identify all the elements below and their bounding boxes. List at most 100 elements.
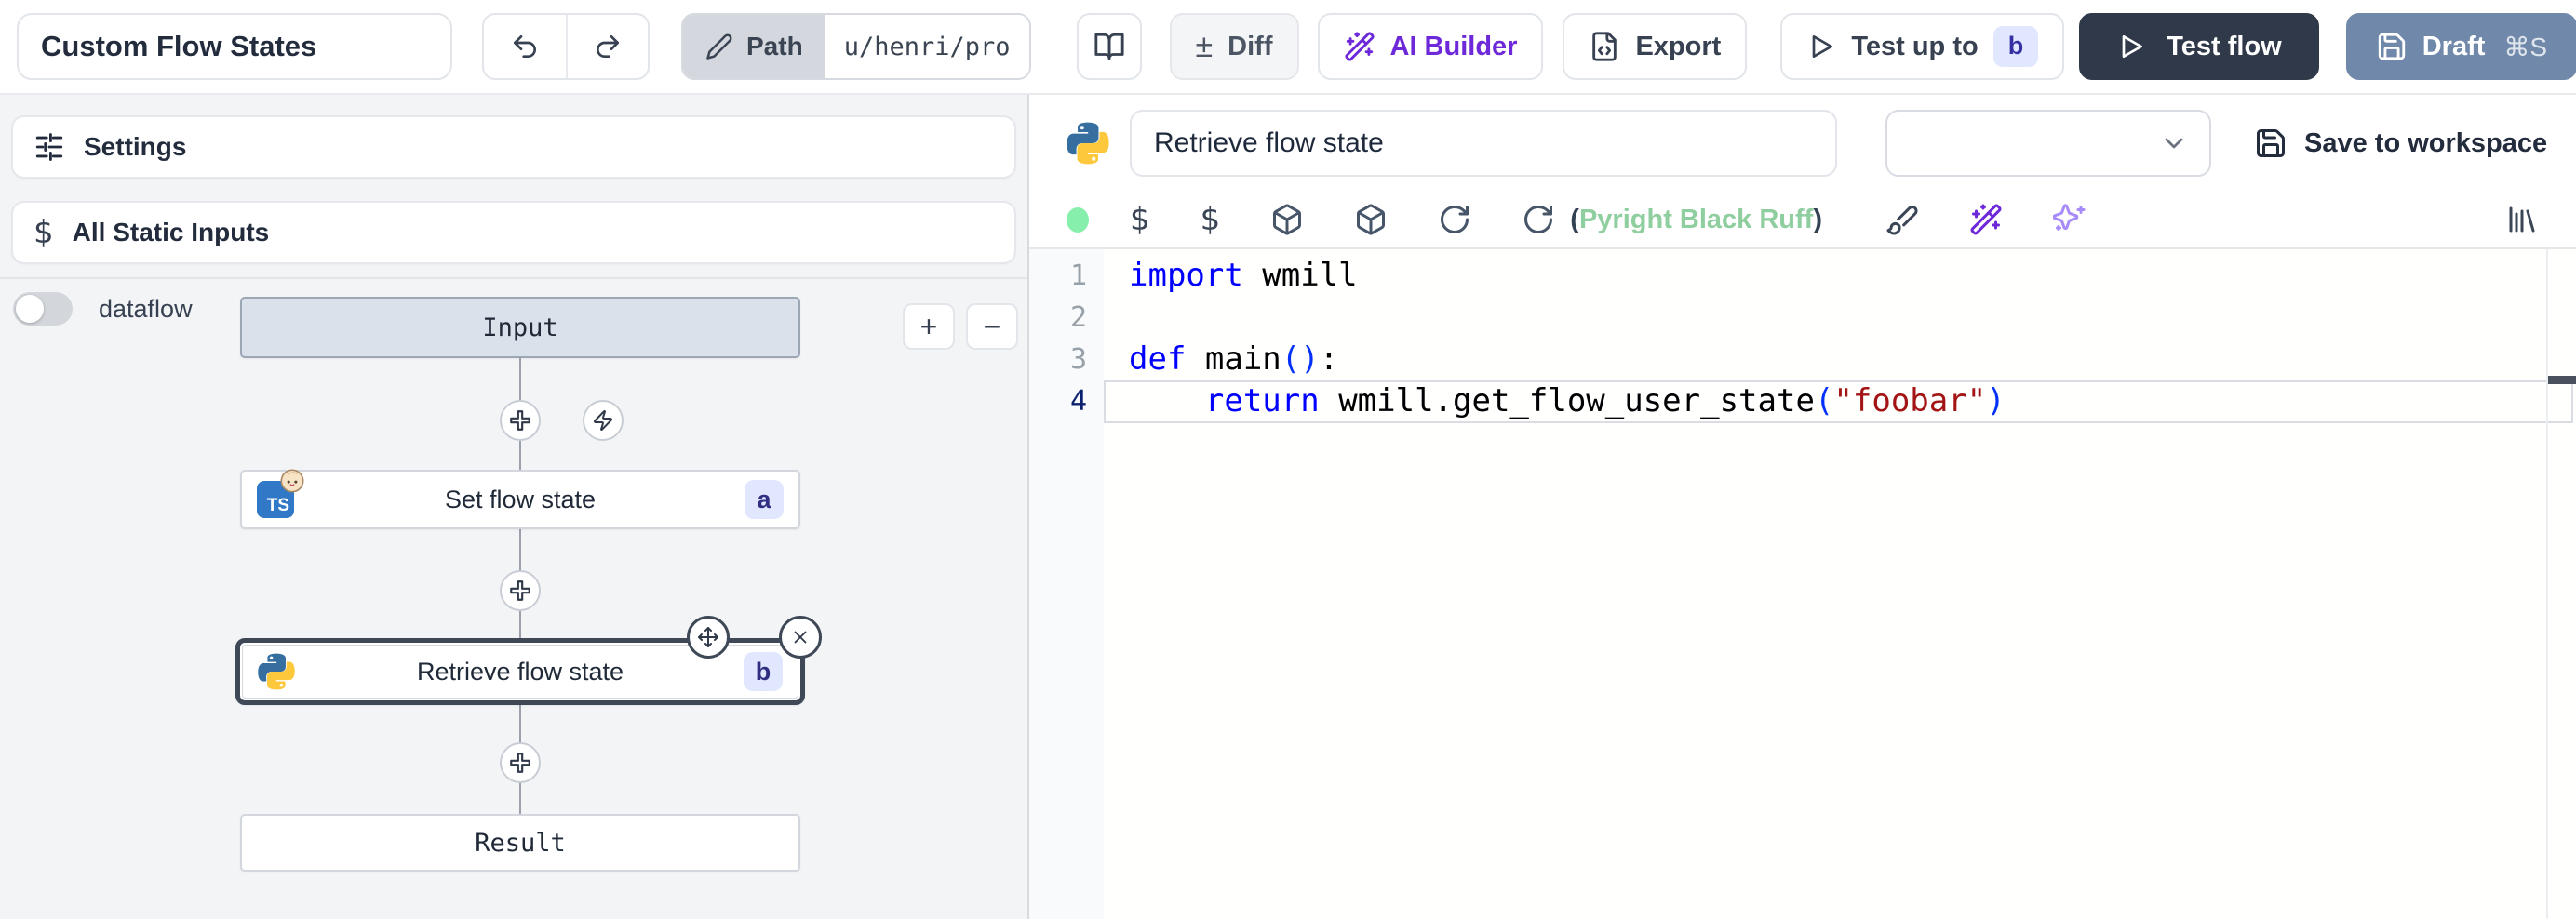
zoom-out-button[interactable]: − [966, 303, 1018, 350]
play-icon [1806, 32, 1836, 61]
lsp-status-dot [1067, 207, 1089, 233]
test-up-to-label: Test up to [1851, 32, 1978, 62]
plus-minus-icon: ± [1196, 31, 1214, 62]
code-line[interactable]: import wmill [1129, 255, 2544, 297]
settings-row[interactable]: Settings [11, 115, 1016, 179]
insert-step-button-1[interactable] [500, 400, 541, 441]
test-flow-label: Test flow [2167, 32, 2282, 62]
magic-wand-icon [1344, 31, 1375, 62]
python-icon [258, 653, 295, 690]
dataflow-toggle-wrap: dataflow [13, 292, 193, 326]
ai-builder-button[interactable]: AI Builder [1318, 13, 1544, 80]
bun-icon [279, 468, 305, 494]
test-flow-button[interactable]: Test flow [2079, 13, 2319, 80]
code-line[interactable] [1129, 297, 2544, 339]
plus-cross-icon [508, 408, 532, 433]
play-icon [2116, 32, 2146, 61]
ts-glyph: TS [267, 497, 289, 514]
assistants-paren-close: ) [1813, 205, 1822, 234]
worker-group-select[interactable] [1885, 110, 2211, 177]
pencil-icon [705, 33, 733, 60]
dataflow-toggle[interactable] [13, 292, 73, 326]
undo-icon [510, 32, 540, 61]
undo-redo-group [482, 13, 650, 80]
plus-cross-icon [508, 751, 532, 775]
book-open-icon [1093, 31, 1125, 62]
zoom-in-button[interactable]: + [903, 303, 955, 350]
insert-step-button-2[interactable] [500, 570, 541, 611]
step-a-label: Set flow state [242, 486, 798, 514]
redo-button[interactable] [566, 15, 648, 78]
library-icon[interactable] [2505, 203, 2539, 236]
language-assistants-label[interactable]: (Pyright Black Ruff) [1570, 205, 1822, 235]
plus-cross-icon [508, 579, 532, 603]
path-button[interactable]: Path u/henri/pro [681, 13, 1031, 80]
ai-sparkles-icon[interactable] [2053, 203, 2086, 236]
top-toolbar: Path u/henri/pro ± Diff AI Builder Expor… [0, 0, 2576, 95]
flow-result-node[interactable]: Result [240, 814, 800, 872]
save-icon [2376, 31, 2408, 62]
resource-picker-icon[interactable]: $ [1201, 204, 1221, 235]
zap-icon [592, 409, 614, 432]
export-button[interactable]: Export [1563, 13, 1747, 80]
diff-label: Diff [1228, 32, 1272, 62]
test-up-to-step-badge: b [1993, 26, 2039, 66]
step-node-a[interactable]: TS Set flow state a [240, 470, 800, 529]
test-up-to-button[interactable]: Test up to b [1780, 13, 2064, 80]
flow-sidebar: Settings $ All Static Inputs dataflow + … [0, 95, 1029, 919]
toggle-knob [16, 295, 44, 323]
package-icon[interactable] [1270, 203, 1304, 236]
flow-settings-section: Settings $ All Static Inputs [0, 95, 1027, 279]
move-icon [697, 626, 719, 648]
code-line[interactable]: return wmill.get_flow_user_state("foobar… [1129, 380, 2544, 422]
overview-ruler-cursor-mark [2548, 376, 2576, 384]
step-b-label: Retrieve flow state [243, 658, 798, 686]
redo-icon [593, 32, 623, 61]
draft-shortcut: ⌘S [2503, 32, 2547, 62]
docs-button[interactable] [1077, 13, 1142, 80]
save-to-workspace-button[interactable]: Save to workspace [2254, 127, 2547, 160]
ai-wand-icon[interactable] [1969, 203, 2003, 236]
chevron-down-icon [2159, 128, 2189, 158]
line-number: 4 [1029, 380, 1104, 422]
typescript-bun-icon: TS [257, 481, 294, 518]
export-label: Export [1635, 32, 1721, 62]
move-step-button[interactable] [687, 616, 730, 659]
variable-picker-icon[interactable]: $ [1130, 204, 1150, 235]
python-icon [1067, 122, 1109, 165]
flow-input-node[interactable]: Input [240, 297, 800, 358]
code-line[interactable]: def main(): [1129, 339, 2544, 380]
overview-ruler [2546, 249, 2548, 919]
undo-button[interactable] [484, 15, 566, 78]
delete-step-button[interactable] [779, 616, 822, 659]
input-node-label: Input [482, 313, 557, 342]
path-value: u/henri/pro [825, 15, 1029, 78]
ai-builder-label: AI Builder [1390, 32, 1518, 62]
step-inspector: Save to workspace $ $ (Pyright Black Ruf… [1029, 95, 2576, 919]
assistants-names: Pyright Black Ruff [1579, 205, 1813, 234]
package-icon-2[interactable] [1354, 203, 1388, 236]
insert-step-button-3[interactable] [500, 742, 541, 783]
line-number: 3 [1029, 339, 1104, 380]
format-brush-icon[interactable] [1885, 203, 1919, 236]
result-node-label: Result [475, 829, 566, 858]
add-trigger-button[interactable] [583, 400, 624, 441]
all-static-inputs-label: All Static Inputs [73, 218, 270, 247]
code-editor[interactable]: 1234 import wmill def main(): return wmil… [1029, 249, 2576, 919]
path-label-segment: Path [683, 15, 825, 78]
path-label: Path [746, 32, 803, 61]
reload-icon-2[interactable] [1522, 203, 1555, 236]
save-draft-button[interactable]: Draft ⌘S [2346, 13, 2576, 80]
editor-gutter: 1234 [1029, 249, 1104, 919]
reload-icon[interactable] [1438, 203, 1471, 236]
all-static-inputs-row[interactable]: $ All Static Inputs [11, 201, 1016, 264]
diff-button[interactable]: ± Diff [1170, 13, 1299, 80]
graph-zoom-controls: + − [903, 303, 1018, 350]
flow-graph-canvas[interactable]: dataflow + − Input [0, 279, 1027, 919]
assistants-paren-open: ( [1570, 205, 1579, 234]
step-header: Save to workspace [1029, 95, 2576, 192]
save-to-workspace-label: Save to workspace [2304, 128, 2547, 159]
flow-title-input[interactable] [17, 13, 452, 80]
code-lines[interactable]: import wmill def main(): return wmill.get… [1129, 255, 2544, 422]
step-name-input[interactable] [1130, 110, 1837, 177]
